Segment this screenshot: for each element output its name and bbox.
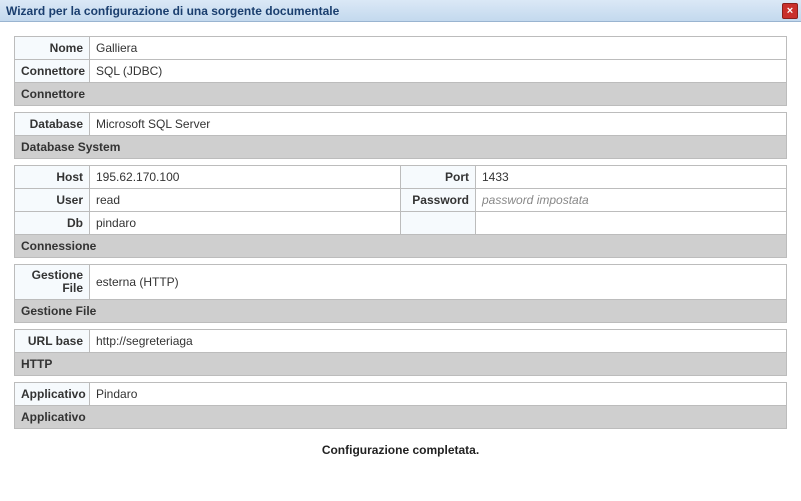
label-nome: Nome	[15, 37, 90, 60]
label-user: User	[15, 189, 90, 212]
section-applicativo: Applicativo	[15, 406, 787, 429]
label-database: Database	[15, 113, 90, 136]
value-url-base: http://segreteriaga	[90, 330, 787, 353]
label-applicativo: Applicativo	[15, 383, 90, 406]
label-url-base: URL base	[15, 330, 90, 353]
value-database: Microsoft SQL Server	[90, 113, 787, 136]
wizard-title: Wizard per la configurazione di una sorg…	[6, 4, 339, 18]
block-http: URL base http://segreteriaga HTTP	[14, 329, 787, 376]
section-http: HTTP	[15, 353, 787, 376]
label-db: Db	[15, 212, 90, 235]
value-nome: Galliera	[90, 37, 787, 60]
wizard-body: Nome Galliera Connettore SQL (JDBC) Conn…	[0, 22, 801, 475]
label-password: Password	[401, 189, 476, 212]
section-database-system: Database System	[15, 136, 787, 159]
section-connessione: Connessione	[15, 235, 787, 258]
block-database: Database Microsoft SQL Server Database S…	[14, 112, 787, 159]
label-connettore: Connettore	[15, 60, 90, 83]
value-user: read	[90, 189, 401, 212]
section-connettore: Connettore	[15, 83, 787, 106]
label-host: Host	[15, 166, 90, 189]
value-password: password impostata	[476, 189, 787, 212]
block-applicativo: Applicativo Pindaro Applicativo	[14, 382, 787, 429]
block-connessione: Host 195.62.170.100 Port 1433 User read …	[14, 165, 787, 258]
value-connettore: SQL (JDBC)	[90, 60, 787, 83]
block-connettore: Nome Galliera Connettore SQL (JDBC) Conn…	[14, 36, 787, 106]
label-gestione-file: Gestione File	[15, 265, 90, 300]
value-empty	[476, 212, 787, 235]
section-gestione-file: Gestione File	[15, 300, 787, 323]
close-icon[interactable]: ×	[782, 3, 798, 19]
label-port: Port	[401, 166, 476, 189]
value-db: pindaro	[90, 212, 401, 235]
wizard-titlebar: Wizard per la configurazione di una sorg…	[0, 0, 801, 22]
value-applicativo: Pindaro	[90, 383, 787, 406]
block-gestione-file: Gestione File esterna (HTTP) Gestione Fi…	[14, 264, 787, 323]
value-gestione-file: esterna (HTTP)	[90, 265, 787, 300]
value-port: 1433	[476, 166, 787, 189]
label-empty	[401, 212, 476, 235]
status-message: Configurazione completata.	[14, 443, 787, 467]
value-host: 195.62.170.100	[90, 166, 401, 189]
